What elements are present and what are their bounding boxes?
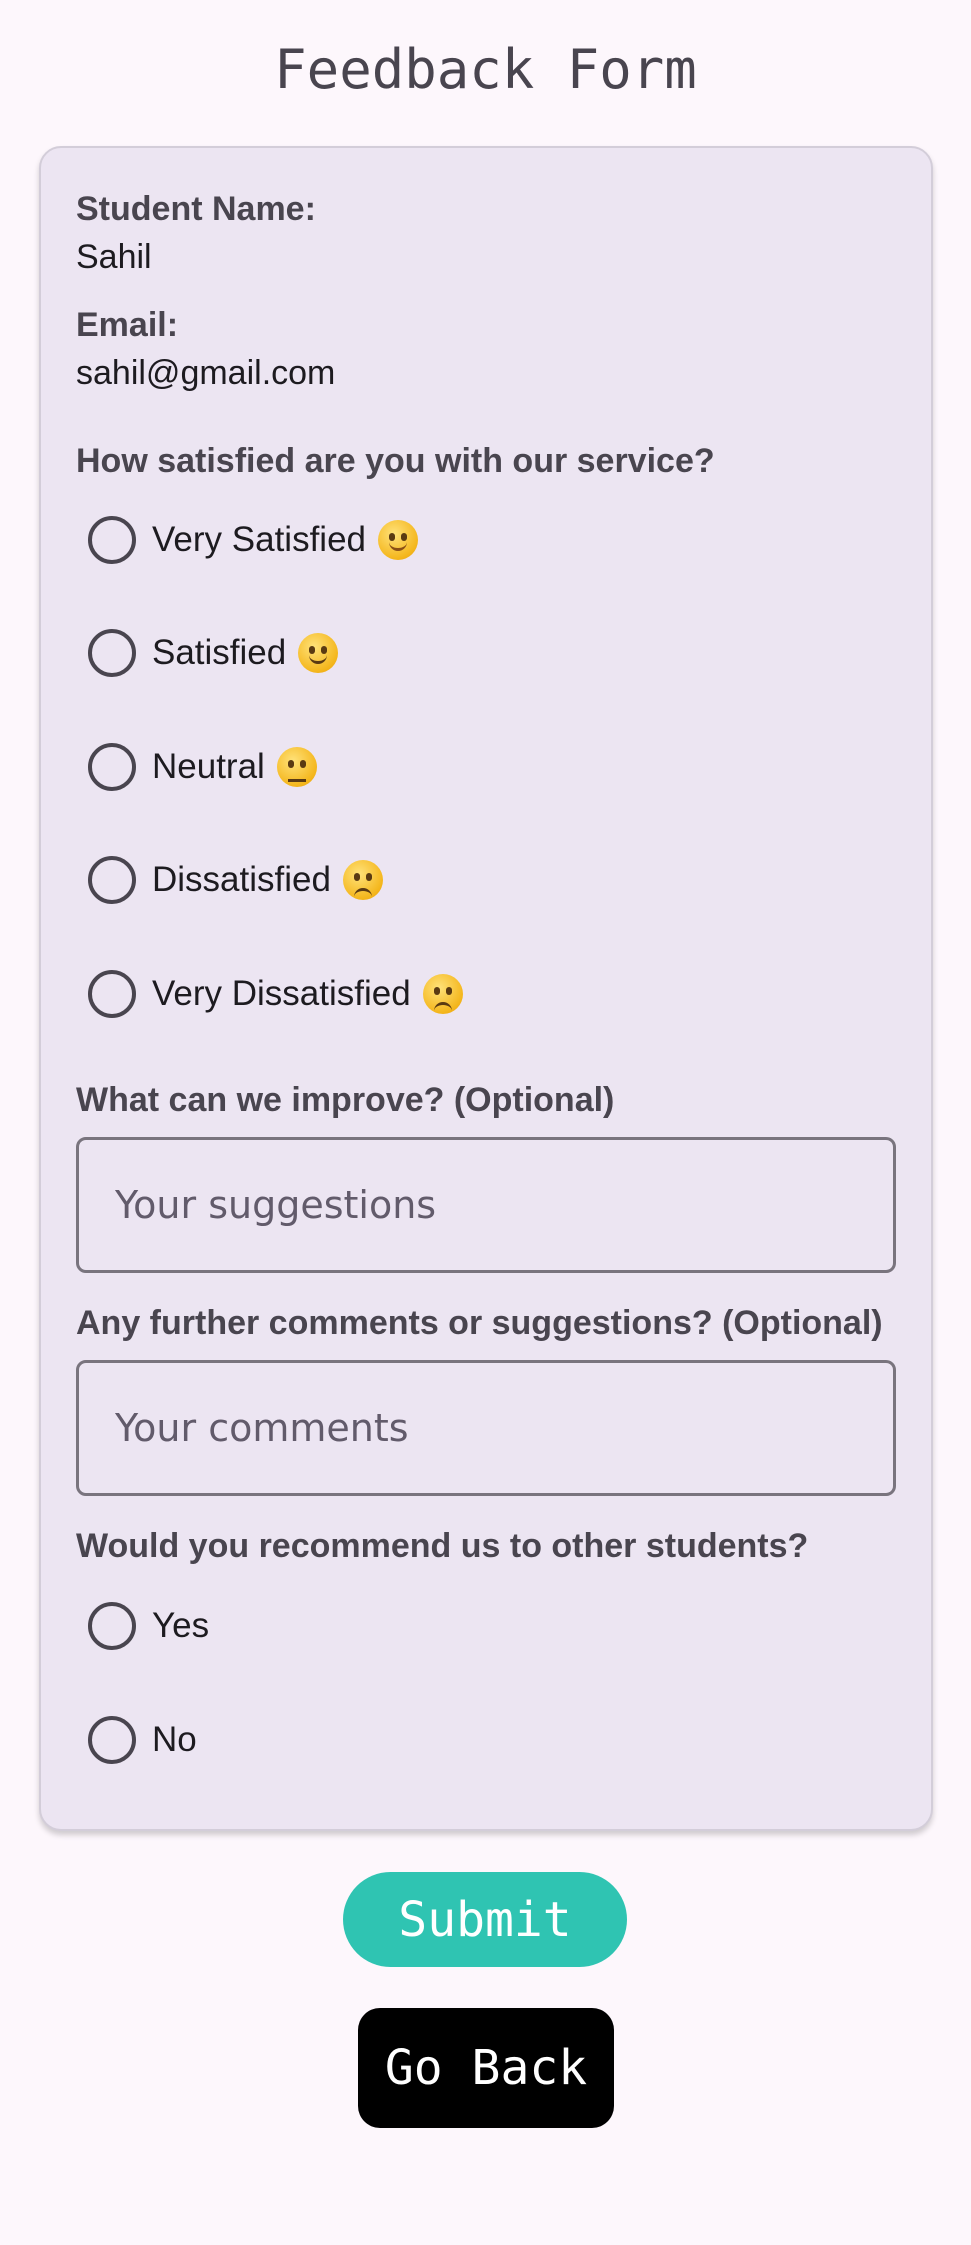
suggestions-input[interactable] xyxy=(76,1137,896,1273)
radio-label: Very Dissatisfied xyxy=(152,974,411,1013)
radio-button[interactable] xyxy=(88,629,136,677)
go-back-button[interactable]: Go Back xyxy=(358,2008,614,2128)
radio-very-satisfied[interactable]: Very Satisfied xyxy=(88,512,418,568)
radio-label: Dissatisfied xyxy=(152,860,331,899)
radio-label: Yes xyxy=(152,1606,210,1645)
radio-yes[interactable]: Yes xyxy=(88,1598,209,1654)
radio-button[interactable] xyxy=(88,516,136,564)
radio-label: Satisfied xyxy=(152,633,287,672)
submit-button[interactable]: Submit xyxy=(343,1872,627,1967)
radio-label: Very Satisfied xyxy=(152,520,366,559)
radio-very-dissatisfied[interactable]: Very Dissatisfied xyxy=(88,966,463,1022)
radio-button[interactable] xyxy=(88,856,136,904)
satisfaction-question: How satisfied are you with our service? xyxy=(76,442,715,480)
radio-no[interactable]: No xyxy=(88,1712,197,1768)
radio-button[interactable] xyxy=(88,1716,136,1764)
email-value: sahil@gmail.com xyxy=(76,354,336,392)
page-title: Feedback Form xyxy=(274,38,697,101)
radio-satisfied[interactable]: Satisfied xyxy=(88,625,339,681)
radio-label: Neutral xyxy=(152,747,265,786)
radio-dissatisfied[interactable]: Dissatisfied xyxy=(88,852,383,908)
student-name-label: Student Name: xyxy=(76,190,316,228)
comments-input[interactable] xyxy=(76,1360,896,1496)
recommend-question: Would you recommend us to other students… xyxy=(76,1527,809,1565)
slight-smile-icon xyxy=(298,633,339,673)
improve-question: What can we improve? (Optional) xyxy=(76,1081,615,1119)
blush-smile-icon xyxy=(378,520,418,560)
disappointed-face-icon xyxy=(422,974,463,1014)
neutral-face-icon xyxy=(276,747,317,787)
radio-neutral[interactable]: Neutral xyxy=(88,739,317,795)
email-label: Email: xyxy=(76,306,179,344)
radio-label: No xyxy=(152,1720,197,1759)
radio-button[interactable] xyxy=(88,743,136,791)
student-name-value: Sahil xyxy=(76,238,152,276)
radio-button[interactable] xyxy=(88,1602,136,1650)
slight-frown-icon xyxy=(342,860,383,900)
comments-question: Any further comments or suggestions? (Op… xyxy=(76,1304,883,1342)
radio-button[interactable] xyxy=(88,970,136,1018)
